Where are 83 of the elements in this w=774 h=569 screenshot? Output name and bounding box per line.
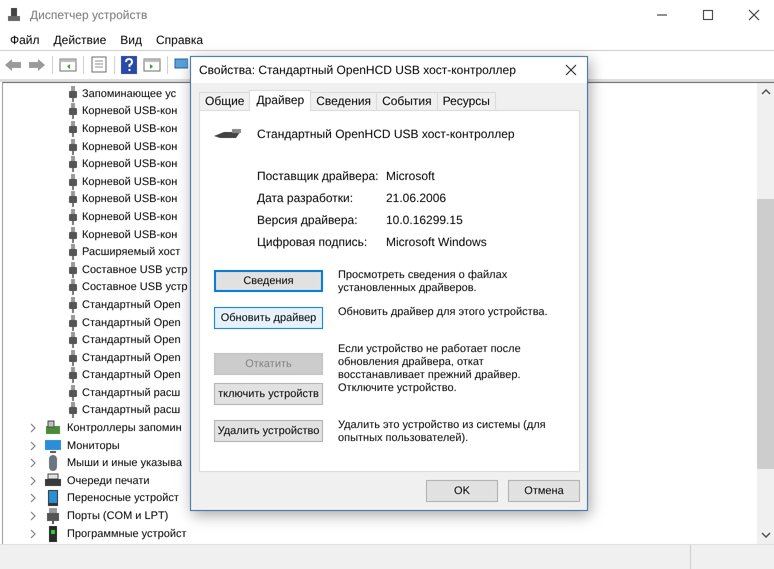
tree-item[interactable]: Стандартный Open [82, 334, 181, 346]
property-label: Версия драйвера: [257, 213, 359, 227]
tree-item[interactable]: Составное USB устр [82, 281, 188, 294]
maximize-icon[interactable] [702, 9, 714, 21]
usb-plug-icon [214, 127, 242, 141]
menu-item[interactable]: Файл [10, 33, 40, 47]
menu-item[interactable]: Действие [54, 33, 106, 47]
tree-item[interactable]: Расширяемый хост [82, 246, 180, 258]
tree-item[interactable]: Стандартный Open [82, 352, 181, 364]
tree-item[interactable]: Стандартный Open [82, 298, 181, 311]
tab[interactable]: Ресурсы [436, 92, 496, 110]
tab[interactable]: Общие [199, 92, 250, 110]
property-label: Дата разработки: [257, 191, 354, 205]
action-description: Просмотреть сведения о файлах установленных драйверов. [338, 269, 508, 295]
tree-category[interactable]: Очереди печати [67, 474, 150, 487]
forward-arrow-icon[interactable] [28, 58, 46, 72]
tree-item[interactable]: Корневой USB-кон [82, 140, 178, 153]
menu-item[interactable]: Вид [120, 33, 142, 47]
action-button[interactable]: Обновить драйвер [214, 307, 323, 329]
tree-item[interactable]: Корневой USB-кон [82, 210, 178, 223]
property-value: Microsoft Windows [386, 235, 488, 249]
expand-chevron-icon[interactable] [29, 493, 37, 504]
tree-item[interactable]: Запоминающее ус [82, 88, 176, 100]
tree-item[interactable]: Составное USB устр [82, 264, 188, 276]
monitor-icon [45, 438, 61, 454]
tablet-icon [45, 490, 61, 506]
tree-category[interactable]: Программные устройст [67, 528, 187, 540]
tree-item[interactable]: Корневой USB-кон [82, 176, 178, 188]
tree-pane-icon[interactable] [59, 57, 77, 73]
tree-category[interactable]: Мыши и иные указыва [67, 457, 182, 470]
property-value: 10.0.16299.15 [386, 213, 464, 227]
back-arrow-icon[interactable] [4, 58, 22, 72]
tree-item[interactable]: Корневой USB-кон [82, 105, 178, 118]
help-icon[interactable] [121, 56, 137, 74]
close-icon[interactable] [565, 64, 577, 76]
tree-item[interactable]: Стандартный Open [82, 369, 181, 382]
action-description: Если устройство не работает после обновления драйвера, откат восстанавливает прежний драйвер. [338, 343, 522, 382]
action-description: Обновить драйвер для этого устройства. [338, 306, 549, 319]
tree-item[interactable]: Корневой USB-кон [82, 228, 178, 241]
tab[interactable]: Драйвер [249, 90, 312, 111]
close-icon[interactable] [748, 9, 760, 21]
tree-category[interactable]: Мониторы [67, 440, 120, 452]
action-button[interactable]: Сведения [214, 270, 323, 292]
properties-icon[interactable] [90, 56, 108, 74]
action-description: Отключите устройство. [338, 382, 458, 395]
window-title: Диспетчер устройств [30, 8, 148, 22]
expand-chevron-icon[interactable] [29, 528, 37, 539]
tree-category[interactable]: Переносные устройст [67, 492, 179, 504]
expand-chevron-icon[interactable] [29, 476, 37, 486]
property-value: 21.06.2006 [386, 191, 448, 205]
dialog-button[interactable]: Отмена [508, 480, 580, 502]
tree-item[interactable]: Корневой USB-кон [82, 122, 178, 135]
scroll-down-icon[interactable] [760, 532, 770, 538]
expand-chevron-icon[interactable] [29, 511, 37, 522]
dialog-button[interactable]: OK [426, 480, 498, 502]
app-icon [6, 7, 22, 23]
tab[interactable]: Сведения [310, 92, 378, 110]
tree-item[interactable]: Стандартный Open [82, 316, 181, 329]
tree-item[interactable]: Стандартный расш [82, 404, 180, 416]
dialog-title: Свойства: Стандартный OpenHCD USB хост-контроллер [199, 63, 516, 77]
action-button[interactable]: Удалить устройство [214, 420, 323, 442]
circuit-board-icon [45, 420, 61, 436]
tree-category[interactable]: Контроллеры запомин [67, 422, 182, 434]
action-description: Удалить это устройство из системы (для опытных пользователей). [338, 419, 547, 445]
menu-item[interactable]: Справка [156, 33, 204, 47]
tree-item[interactable]: Корневой USB-кон [82, 193, 178, 206]
tree-item[interactable]: Стандартный расш [82, 386, 180, 399]
expand-chevron-icon[interactable] [29, 423, 37, 434]
scrollbar-thumb[interactable] [757, 199, 774, 469]
action-pane-icon[interactable] [143, 57, 161, 73]
property-label: Поставщик драйвера: [257, 169, 380, 183]
expand-chevron-icon[interactable] [29, 440, 37, 451]
tree-item[interactable]: Корневой USB-кон [82, 158, 178, 170]
action-button[interactable]: тключить устройств [214, 383, 323, 405]
device-name: Стандартный OpenHCD USB хост-контроллер [257, 127, 515, 141]
printer-icon [45, 472, 61, 489]
tree-category[interactable]: Порты (COM и LPT) [67, 510, 168, 522]
connector-icon [45, 508, 61, 524]
property-label: Цифровая подпись: [257, 235, 368, 249]
scroll-up-icon[interactable] [760, 89, 770, 95]
property-value: Microsoft [386, 169, 436, 183]
scrollbar[interactable] [757, 83, 774, 544]
expand-chevron-icon[interactable] [29, 458, 37, 468]
